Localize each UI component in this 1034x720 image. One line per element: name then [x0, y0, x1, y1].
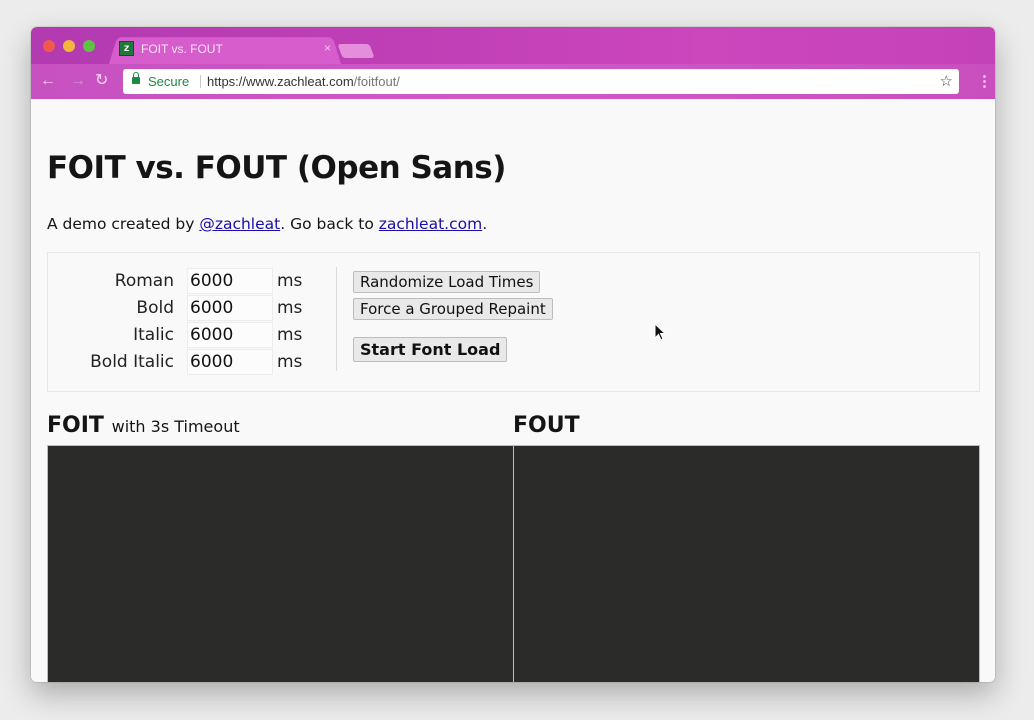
row-roman: Roman 6000 ms	[48, 268, 348, 295]
row-label: Roman	[114, 271, 174, 291]
fout-demo-area	[513, 445, 980, 682]
tab-title: FOIT vs. FOUT	[141, 42, 223, 56]
url-text[interactable]: https://www.zachleat.com/foitfout/	[207, 74, 400, 89]
row-label: Italic	[133, 325, 174, 345]
reload-icon[interactable]: ↻	[95, 72, 108, 90]
forward-icon[interactable]: →	[70, 72, 86, 90]
window-close-button[interactable]	[43, 40, 55, 52]
foit-demo-area	[47, 445, 514, 682]
site-link[interactable]: zachleat.com	[379, 215, 482, 233]
title-bar: z FOIT vs. FOUT ×	[31, 27, 995, 64]
fout-title: FOUT	[513, 413, 580, 438]
back-icon[interactable]: ←	[40, 72, 56, 90]
row-bold-italic: Bold Italic 6000 ms	[48, 349, 348, 376]
fout-heading: FOUT	[513, 413, 580, 438]
row-label: Bold	[136, 298, 174, 318]
intro-prefix: A demo created by	[47, 215, 200, 233]
browser-window: z FOIT vs. FOUT × ← → ↻ Secure https://w…	[31, 27, 995, 682]
window-maximize-button[interactable]	[83, 40, 95, 52]
address-bar[interactable]: Secure https://www.zachleat.com/foitfout…	[123, 69, 959, 94]
foit-title: FOIT	[47, 413, 104, 438]
row-unit: ms	[277, 325, 303, 345]
twitter-link[interactable]: @zachleat	[199, 215, 280, 233]
row-unit: ms	[277, 352, 303, 372]
window-minimize-button[interactable]	[63, 40, 75, 52]
start-font-load-button[interactable]: Start Font Load	[353, 337, 508, 362]
row-unit: ms	[277, 271, 303, 291]
address-separator	[200, 75, 201, 88]
tab-close-icon[interactable]: ×	[324, 41, 331, 55]
force-grouped-repaint-button[interactable]: Force a Grouped Repaint	[353, 298, 553, 320]
row-unit: ms	[277, 298, 303, 318]
intro-text: A demo created by @zachleat. Go back to …	[47, 215, 487, 233]
mouse-cursor-icon	[654, 323, 667, 341]
url-host: https://www.zachleat.com	[207, 74, 354, 89]
tab-content: z FOIT vs. FOUT ×	[119, 40, 331, 60]
url-path: /foitfout/	[353, 74, 400, 89]
bold-italic-delay-input[interactable]: 6000	[187, 349, 273, 375]
row-label: Bold Italic	[90, 352, 174, 372]
foit-heading: FOIT with 3s Timeout	[47, 413, 240, 438]
bold-delay-input[interactable]: 6000	[187, 295, 273, 321]
roman-delay-input[interactable]: 6000	[187, 268, 273, 294]
intro-suffix: .	[482, 215, 488, 233]
favicon-icon: z	[119, 41, 134, 56]
panel-divider	[336, 267, 337, 371]
lock-icon	[132, 72, 140, 84]
browser-menu-icon[interactable]: ⋮	[977, 72, 992, 90]
italic-delay-input[interactable]: 6000	[187, 322, 273, 348]
page-title: FOIT vs. FOUT (Open Sans)	[47, 150, 506, 186]
row-bold: Bold 6000 ms	[48, 295, 348, 322]
intro-middle: . Go back to	[280, 215, 379, 233]
page-content: FOIT vs. FOUT (Open Sans) A demo created…	[31, 99, 995, 682]
browser-toolbar: ← → ↻ Secure https://www.zachleat.com/fo…	[31, 64, 995, 99]
randomize-load-times-button[interactable]: Randomize Load Times	[353, 271, 541, 293]
foit-subtitle: with 3s Timeout	[111, 417, 240, 436]
security-label: Secure	[148, 74, 190, 89]
new-tab-button[interactable]	[337, 44, 375, 58]
controls-panel: Roman 6000 ms Bold 6000 ms Italic 6000 m…	[47, 252, 980, 392]
bookmark-star-icon[interactable]: ☆	[940, 72, 953, 90]
row-italic: Italic 6000 ms	[48, 322, 348, 349]
